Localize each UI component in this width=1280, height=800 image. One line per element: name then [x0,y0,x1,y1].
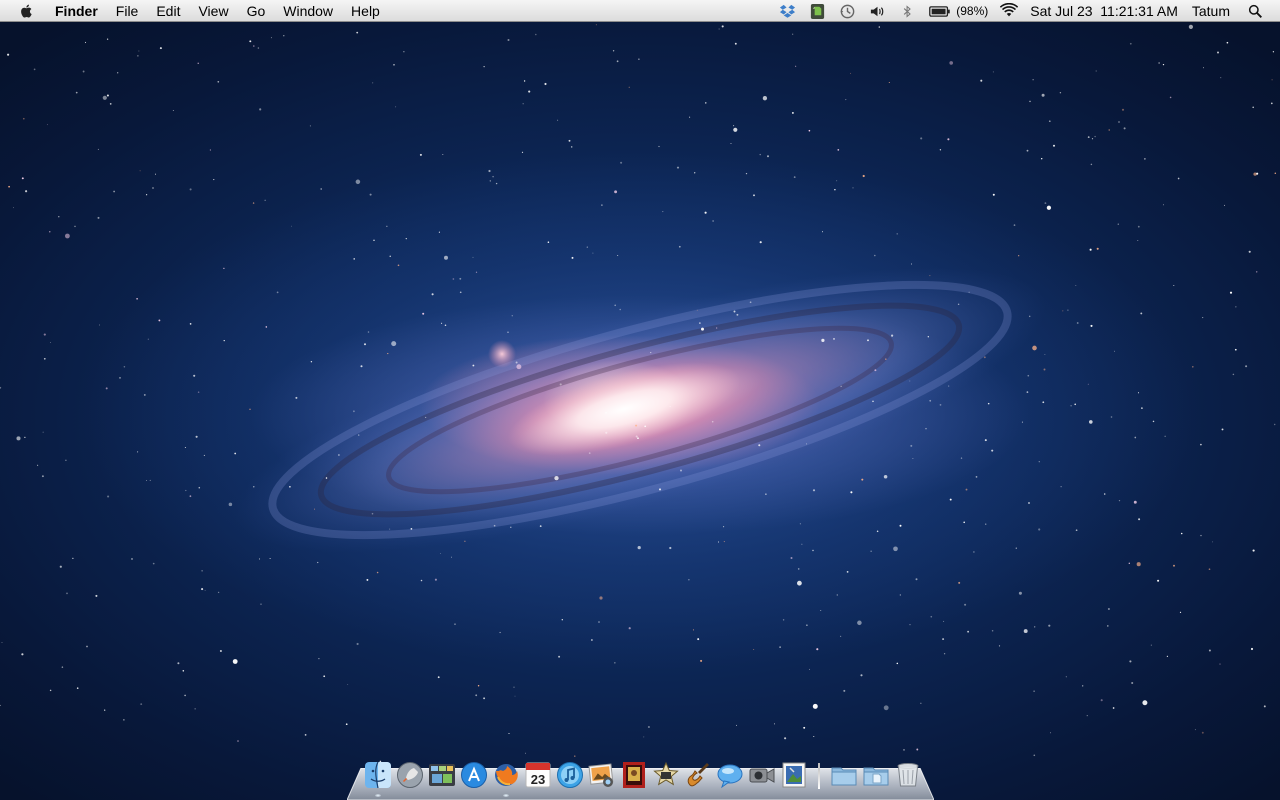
battery-status[interactable]: (98%) [928,4,988,18]
garageband-icon[interactable] [684,761,712,789]
bluetooth-icon[interactable] [898,2,916,20]
itunes-icon[interactable] [556,761,584,789]
apple-menu-icon[interactable] [18,2,36,20]
dock-separator [814,759,824,789]
wifi-icon[interactable] [1000,2,1019,20]
menu-view[interactable]: View [189,0,237,22]
menu-edit[interactable]: Edit [147,0,189,22]
applications-folder-icon[interactable] [830,761,858,789]
volume-icon[interactable] [868,2,886,20]
menu-file[interactable]: File [107,0,148,22]
spotlight-icon[interactable] [1246,2,1264,20]
finder-icon[interactable] [364,761,392,797]
menu-go[interactable]: Go [238,0,275,22]
ichat-icon[interactable] [716,761,744,789]
battery-percent: (98%) [956,4,989,18]
photo-booth-icon[interactable] [620,761,648,789]
galaxy-illustration [0,24,1277,763]
dropbox-icon[interactable] [778,2,796,20]
menu-bar: Finder File Edit View Go Window Help (98… [0,0,1280,22]
app-store-icon[interactable] [460,761,488,789]
documents-stack-icon[interactable] [862,761,890,789]
iphoto-icon[interactable] [588,761,616,789]
menu-window[interactable]: Window [274,0,342,22]
user-menu[interactable]: Tatum [1192,0,1230,22]
time-machine-icon[interactable] [838,2,856,20]
facetime-icon[interactable] [748,761,776,789]
app-menu-finder[interactable]: Finder [46,0,107,22]
menu-help[interactable]: Help [342,0,389,22]
clock[interactable]: Sat Jul 23 11:21:31 AM [1030,0,1178,22]
ical-date: 23 [531,772,545,787]
evernote-icon[interactable] [808,2,826,20]
running-indicator [503,794,509,797]
ical-icon[interactable]: 23 [524,761,552,789]
trash-icon[interactable] [894,761,922,789]
running-indicator [375,794,381,797]
mission-control-icon[interactable] [428,761,456,789]
battery-icon [929,5,950,17]
imovie-icon[interactable] [652,761,680,789]
dock: 23 [362,757,924,797]
desktop-wallpaper [0,0,1280,800]
launchpad-icon[interactable] [396,761,424,789]
firefox-icon[interactable] [492,761,520,797]
preview-icon[interactable] [780,761,808,789]
